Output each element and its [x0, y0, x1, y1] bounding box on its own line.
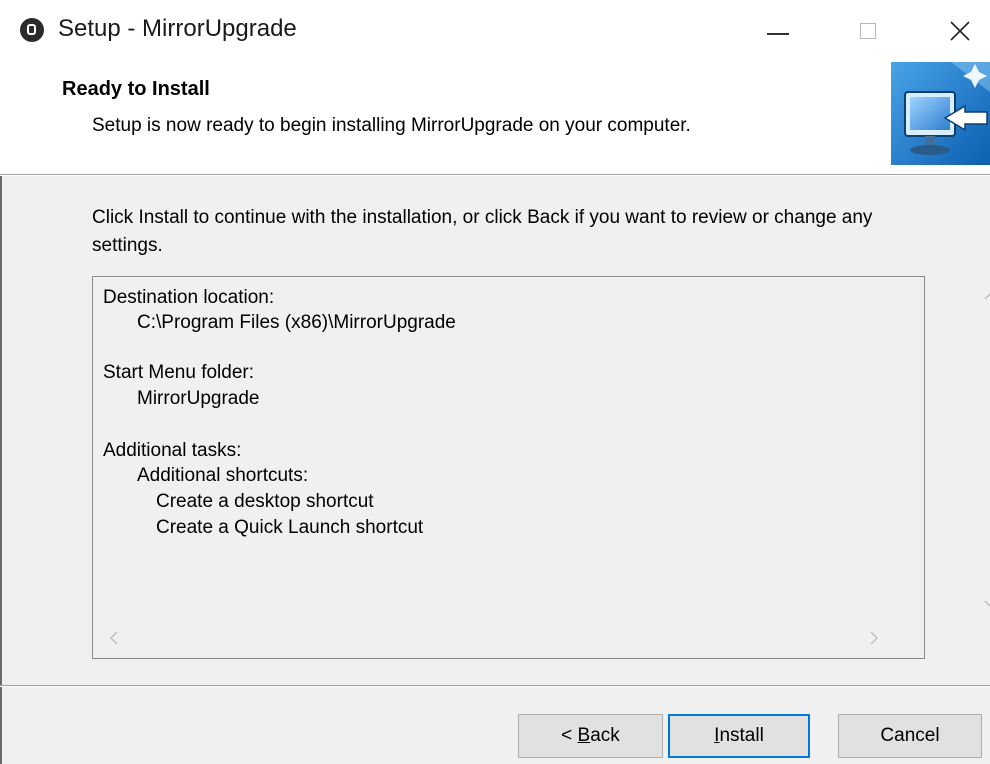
memo-line: Additional tasks:: [103, 440, 242, 461]
install-button[interactable]: Install: [668, 714, 810, 758]
back-button-label: ack: [590, 725, 620, 746]
cancel-button-label: Cancel: [880, 725, 940, 746]
memo-line: C:\Program Files (x86)\MirrorUpgrade: [137, 312, 456, 333]
ready-memo[interactable]: Destination location: C:\Program Files (…: [92, 276, 990, 659]
chevron-right-icon[interactable]: [869, 631, 879, 645]
memo-line: MirrorUpgrade: [137, 388, 260, 409]
horizontal-scrollbar[interactable]: [93, 617, 990, 659]
page-title: Ready to Install: [62, 78, 210, 100]
memo-line: Destination location:: [103, 287, 275, 308]
title-bar[interactable]: Setup - MirrorUpgrade: [0, 0, 990, 62]
back-button-prefix: <: [561, 725, 578, 746]
minimize-button[interactable]: [756, 10, 800, 52]
close-button[interactable]: [938, 10, 982, 52]
computer-install-icon: [891, 62, 990, 165]
install-button-label: nstall: [719, 725, 764, 746]
chevron-up-icon[interactable]: [984, 291, 990, 301]
back-button[interactable]: < Back: [518, 714, 663, 758]
page-subtitle: Setup is now ready to begin installing M…: [92, 115, 691, 136]
memo-line: Create a Quick Launch shortcut: [156, 517, 424, 538]
chevron-down-icon[interactable]: [984, 599, 990, 609]
instruction-text: Click Install to continue with the insta…: [92, 207, 873, 256]
setup-window: Setup - MirrorUpgrade Ready to Install S…: [0, 0, 990, 764]
page-header: Ready to Install Setup is now ready to b…: [0, 62, 990, 175]
window-title: Setup - MirrorUpgrade: [58, 15, 297, 42]
maximize-icon: [860, 23, 876, 39]
memo-line: Additional shortcuts:: [137, 465, 309, 486]
footer-divider-highlight: [0, 686, 990, 687]
memo-line: Create a desktop shortcut: [156, 491, 374, 512]
close-icon: [950, 21, 970, 41]
back-button-access-key: B: [577, 725, 591, 746]
app-icon[interactable]: [20, 18, 44, 42]
maximize-button: [846, 10, 890, 52]
vertical-scrollbar[interactable]: [977, 277, 990, 617]
minimize-icon: [767, 33, 789, 35]
cancel-button[interactable]: Cancel: [838, 714, 982, 758]
memo-line: Start Menu folder:: [103, 362, 255, 383]
chevron-left-icon[interactable]: [109, 631, 119, 645]
header-divider-highlight: [0, 175, 990, 176]
